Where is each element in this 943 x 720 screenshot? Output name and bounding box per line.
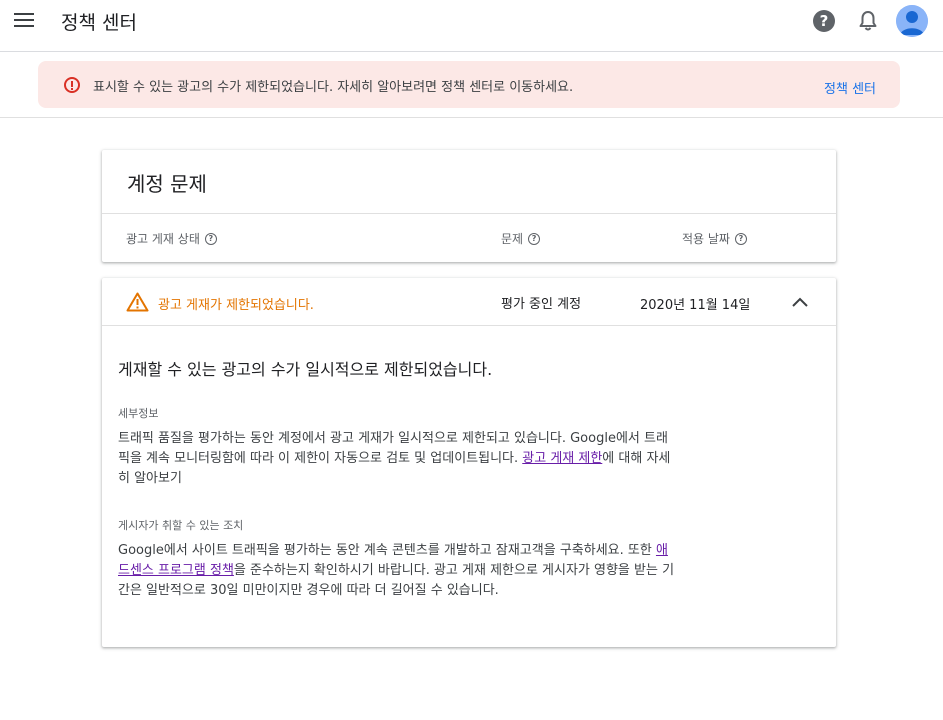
details-label: 세부정보: [118, 407, 159, 420]
help-icon[interactable]: ?: [813, 10, 835, 32]
app-title: 정책 센터: [61, 12, 137, 34]
alert-text: 표시할 수 있는 광고의 수가 제한되었습니다. 자세히 알아보려면 정책 센터…: [93, 80, 574, 95]
action-text: Google에서 사이트 트래픽을 평가하는 동안 계속 콘텐츠를 개발하고 잠…: [118, 543, 675, 598]
menu-icon[interactable]: [14, 11, 36, 29]
issue-headline: 게재할 수 있는 광고의 수가 일시적으로 제한되었습니다.: [118, 360, 493, 379]
issue-detail-card: 광고 게재가 제한되었습니다. 평가 중인 계정 2020년 11월 14일 게…: [102, 278, 836, 647]
action-label: 게시자가 취할 수 있는 조치: [118, 519, 244, 532]
policy-center-link[interactable]: 정책 센터: [824, 78, 876, 97]
error-icon: [64, 77, 80, 93]
column-header-status: 광고 게재 상태 ?: [126, 230, 217, 247]
question-icon[interactable]: ?: [204, 232, 217, 245]
issue-status: 광고 게재가 제한되었습니다.: [158, 298, 314, 313]
details-text: 트래픽 품질을 평가하는 동안 계정에서 광고 게재가 일시적으로 제한되고 있…: [118, 431, 671, 486]
card-title: 계정 문제: [127, 172, 207, 196]
column-header-date: 적용 날짜 ?: [682, 230, 747, 247]
bell-icon[interactable]: [858, 10, 878, 32]
avatar[interactable]: [896, 5, 928, 37]
account-issues-card: 계정 문제 광고 게재 상태 ? 문제 ? 적용 날짜 ?: [102, 150, 836, 262]
warning-icon: [126, 292, 149, 312]
issue-row-header[interactable]: 광고 게재가 제한되었습니다. 평가 중인 계정 2020년 11월 14일: [102, 278, 836, 326]
alert-zone: 표시할 수 있는 광고의 수가 제한되었습니다. 자세히 알아보려면 정책 센터…: [0, 52, 943, 118]
chevron-up-icon[interactable]: [791, 296, 809, 308]
policy-alert-banner: 표시할 수 있는 광고의 수가 제한되었습니다. 자세히 알아보려면 정책 센터…: [38, 61, 900, 108]
top-bar: 정책 센터 ?: [0, 0, 943, 52]
divider: [102, 213, 836, 214]
ad-serving-limit-link[interactable]: 광고 게재 제한: [522, 451, 602, 466]
issue-problem: 평가 중인 계정: [501, 297, 582, 312]
question-icon[interactable]: ?: [528, 232, 541, 245]
question-icon[interactable]: ?: [734, 232, 747, 245]
issue-date: 2020년 11월 14일: [640, 298, 751, 313]
column-header-issue: 문제 ?: [501, 230, 541, 247]
